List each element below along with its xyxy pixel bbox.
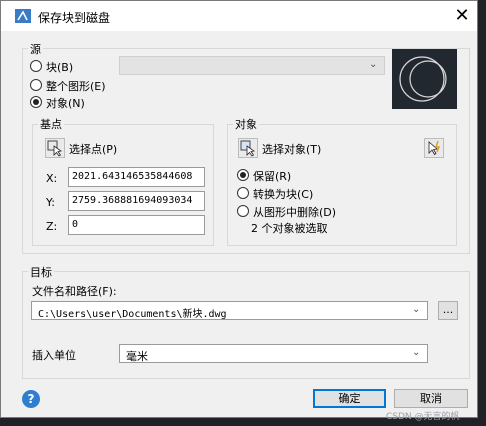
destination-legend: 目标 [28,264,54,280]
pick-point-label[interactable]: 选择点(P) [69,141,117,157]
radio-retain-label[interactable]: 保留(R) [253,168,291,184]
quick-select-button[interactable] [424,138,444,158]
file-path-combo[interactable]: C:\Users\user\Documents\新块.dwg ⌄ [31,301,428,320]
preview-circles-icon [399,56,447,102]
radio-convert-to-block[interactable] [237,187,249,199]
cancel-button[interactable]: 取消 [394,389,468,408]
x-label: X: [46,172,58,185]
source-legend: 源 [28,41,43,57]
radio-block-label[interactable]: 块(B) [46,59,73,75]
window-title: 保存块到磁盘 [38,11,111,25]
radio-delete-from-drawing-label[interactable]: 从图形中删除(D) [253,204,336,220]
z-label: Z: [46,220,58,233]
browse-button[interactable]: ... [438,301,458,320]
basepoint-legend: 基点 [38,116,64,132]
block-preview [392,49,457,109]
y-label: Y: [46,196,55,209]
file-path-label: 文件名和路径(F): [32,285,117,298]
insert-units-label: 插入单位 [32,349,76,362]
chevron-down-icon: ⌄ [412,304,421,315]
radio-delete-from-drawing[interactable] [237,205,249,217]
chevron-down-icon: ⌄ [369,59,378,70]
chevron-down-icon: ⌄ [412,347,421,358]
quick-select-icon [428,140,441,156]
radio-objects[interactable] [30,96,42,108]
select-objects-label[interactable]: 选择对象(T) [262,141,321,157]
y-coordinate-input[interactable]: 2759.368881694093034 [68,191,205,211]
radio-entire-drawing[interactable] [30,79,42,91]
pick-point-icon [47,140,63,157]
radio-entire-drawing-label[interactable]: 整个图形(E) [46,78,106,94]
radio-objects-label[interactable]: 对象(N) [46,95,85,111]
watermark-text: CSDN @无言的帆 [386,412,460,422]
title-bar: 保存块到磁盘 ✕ [1,1,477,31]
objects-legend: 对象 [233,116,259,132]
insert-units-select[interactable]: 毫米 ⌄ [119,344,428,363]
close-icon[interactable]: ✕ [451,5,473,27]
ok-button[interactable]: 确定 [313,389,386,408]
select-objects-button[interactable] [238,138,258,158]
help-icon[interactable]: ? [22,390,40,408]
radio-convert-to-block-label[interactable]: 转换为块(C) [253,186,313,202]
block-name-select[interactable]: ⌄ [119,56,385,75]
app-icon [15,9,31,23]
radio-retain[interactable] [237,169,249,181]
select-objects-icon [240,140,256,157]
x-coordinate-input[interactable]: 2021.643146535844608 [68,167,205,187]
selection-status: 2 个对象被选取 [251,222,328,235]
radio-block[interactable] [30,60,42,72]
z-coordinate-input[interactable]: 0 [68,215,205,235]
wblock-dialog: 保存块到磁盘 ✕ 源 块(B) 整个图形(E) 对象(N) ⌄ 基点 选择点(P… [0,0,478,418]
pick-point-button[interactable] [45,138,65,158]
